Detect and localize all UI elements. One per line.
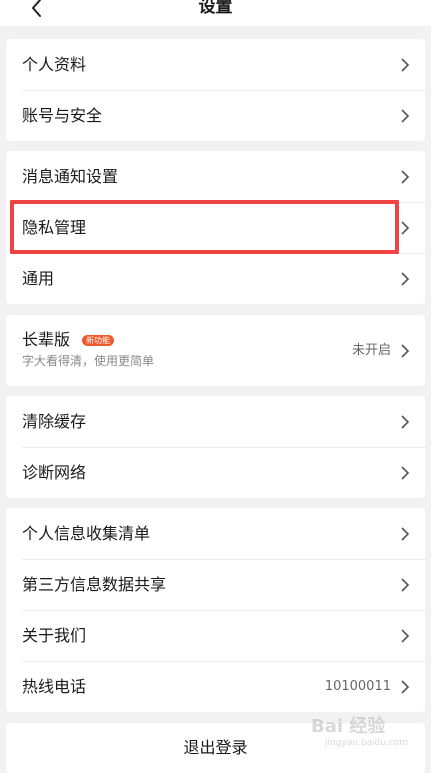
settings-row-hotline[interactable]: 热线电话 10100011 xyxy=(6,661,425,712)
row-label: 热线电话 xyxy=(22,677,87,696)
settings-row-info-collection[interactable]: 个人信息收集清单 xyxy=(6,508,425,559)
chevron-right-icon xyxy=(401,527,410,541)
row-label: 个人资料 xyxy=(22,55,87,74)
row-label: 消息通知设置 xyxy=(22,167,119,186)
privacy-highlight-box xyxy=(10,200,399,254)
chevron-right-icon xyxy=(401,629,410,643)
baidu-jingyan-watermark: Bai 经验 jingyan.baidu.com xyxy=(311,712,408,754)
settings-row-elder-mode[interactable]: 长辈版 新功能 字大看得清，使用更简单 未开启 xyxy=(6,315,425,386)
elder-mode-label: 长辈版 xyxy=(22,330,71,349)
row-label: 个人信息收集清单 xyxy=(22,524,151,543)
settings-row-diagnose-network[interactable]: 诊断网络 xyxy=(6,447,425,498)
page-title: 设置 xyxy=(198,0,233,17)
settings-row-profile[interactable]: 个人资料 xyxy=(6,39,425,90)
chevron-right-icon xyxy=(401,466,410,480)
hotline-number: 10100011 xyxy=(324,679,391,694)
settings-group-info: 个人信息收集清单 第三方信息数据共享 关于我们 热线电话 10100011 xyxy=(6,508,425,712)
navigation-bar: 设置 xyxy=(0,0,431,26)
chevron-right-icon xyxy=(401,578,410,592)
settings-row-about[interactable]: 关于我们 xyxy=(6,610,425,661)
watermark-url: jingyan.baidu.com xyxy=(325,738,409,748)
settings-row-third-party-sharing[interactable]: 第三方信息数据共享 xyxy=(6,559,425,610)
elder-mode-subtitle: 字大看得清，使用更简单 xyxy=(22,354,155,368)
chevron-right-icon xyxy=(401,221,410,235)
chevron-right-icon xyxy=(401,272,410,286)
chevron-right-icon xyxy=(401,344,410,358)
new-feature-badge: 新功能 xyxy=(82,335,114,346)
settings-group-elder: 长辈版 新功能 字大看得清，使用更简单 未开启 xyxy=(6,315,425,386)
row-label: 诊断网络 xyxy=(22,463,87,482)
elder-mode-status: 未开启 xyxy=(351,343,391,358)
chevron-right-icon xyxy=(401,170,410,184)
row-label: 账号与安全 xyxy=(22,106,103,125)
watermark-text: Bai 经验 xyxy=(311,716,386,737)
chevron-right-icon xyxy=(401,415,410,429)
settings-row-notifications[interactable]: 消息通知设置 xyxy=(6,151,425,202)
row-label: 通用 xyxy=(22,269,55,288)
row-label: 第三方信息数据共享 xyxy=(22,575,167,594)
settings-group-maintenance: 清除缓存 诊断网络 xyxy=(6,396,425,498)
settings-row-general[interactable]: 通用 xyxy=(6,253,425,304)
settings-row-account-security[interactable]: 账号与安全 xyxy=(6,90,425,141)
chevron-right-icon xyxy=(401,109,410,123)
settings-group-account: 个人资料 账号与安全 xyxy=(6,39,425,141)
row-label: 关于我们 xyxy=(22,626,87,645)
chevron-right-icon xyxy=(401,58,410,72)
row-label: 清除缓存 xyxy=(22,412,87,431)
settings-row-clear-cache[interactable]: 清除缓存 xyxy=(6,396,425,447)
chevron-right-icon xyxy=(401,680,410,694)
